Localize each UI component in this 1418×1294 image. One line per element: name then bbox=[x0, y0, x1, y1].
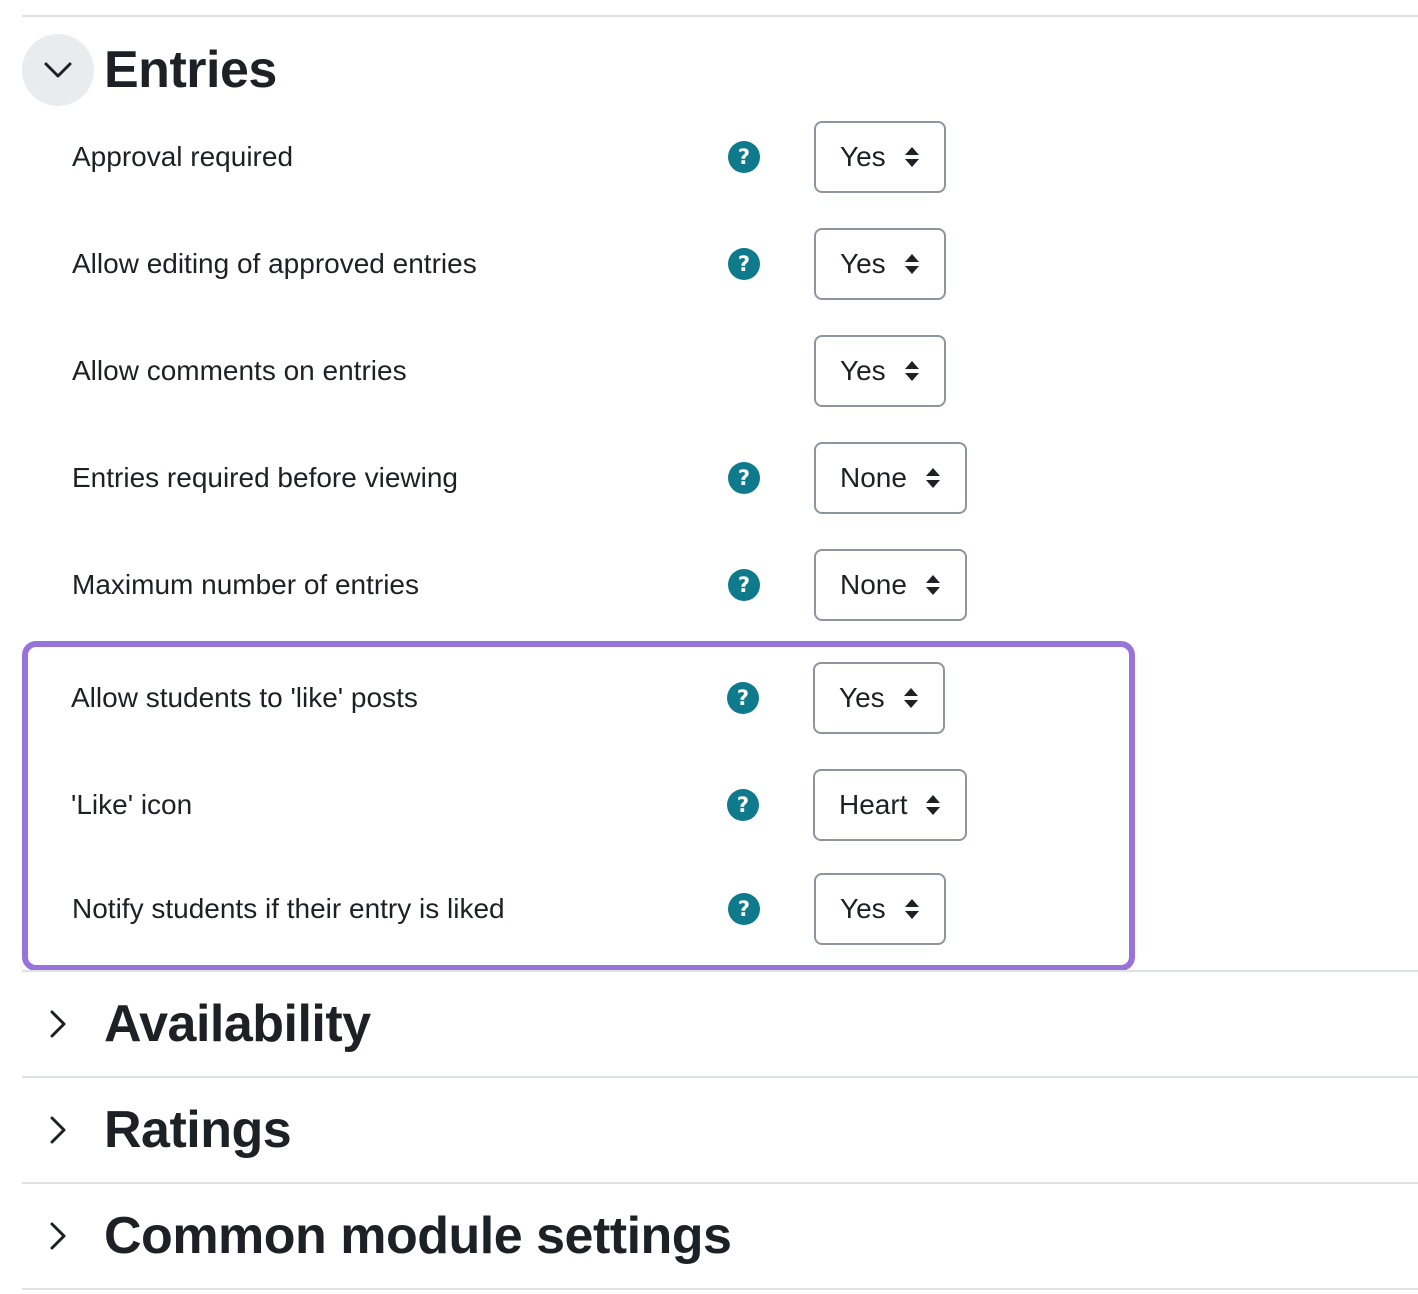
section-header-availability[interactable]: Availability bbox=[22, 986, 371, 1062]
divider bbox=[22, 1288, 1418, 1290]
section-title-ratings: Ratings bbox=[104, 1101, 292, 1159]
sort-caret-icon bbox=[904, 252, 920, 276]
sort-caret-icon bbox=[925, 573, 941, 597]
field-label: Entries required before viewing bbox=[72, 462, 458, 493]
help-icon[interactable]: ? bbox=[727, 682, 759, 714]
notify-liked-select[interactable]: Yes bbox=[814, 873, 946, 945]
approval-required-select[interactable]: Yes bbox=[814, 121, 946, 193]
field-label: Maximum number of entries bbox=[72, 569, 420, 600]
select-value: Yes bbox=[839, 682, 885, 713]
field-entries-before-viewing: Entries required before viewing ? None bbox=[72, 442, 1418, 514]
section-header-ratings[interactable]: Ratings bbox=[22, 1092, 292, 1168]
section-title-availability: Availability bbox=[104, 995, 371, 1053]
divider bbox=[22, 970, 1418, 972]
field-allow-comments: Allow comments on entries Yes bbox=[72, 335, 1418, 407]
field-like-icon: 'Like' icon ? Heart bbox=[71, 769, 1418, 841]
expand-toggle-common-module-settings[interactable] bbox=[22, 1200, 94, 1272]
section-header-entries[interactable]: Entries bbox=[22, 32, 277, 108]
expand-toggle-ratings[interactable] bbox=[22, 1094, 94, 1166]
sort-caret-icon bbox=[925, 793, 941, 817]
like-icon-select[interactable]: Heart bbox=[813, 769, 968, 841]
select-value: Heart bbox=[839, 789, 908, 820]
section-title-common-module-settings: Common module settings bbox=[104, 1207, 732, 1265]
field-approval-required: Approval required ? Yes bbox=[72, 121, 1418, 193]
expand-toggle-availability[interactable] bbox=[22, 988, 94, 1060]
field-notify-liked: Notify students if their entry is liked … bbox=[72, 873, 1418, 945]
field-label: Allow comments on entries bbox=[72, 355, 407, 386]
field-label: Allow editing of approved entries bbox=[72, 248, 477, 279]
field-allow-likes: Allow students to 'like' posts ? Yes bbox=[71, 662, 1418, 734]
collapse-toggle-entries[interactable] bbox=[22, 34, 94, 106]
chevron-right-icon bbox=[50, 1010, 66, 1038]
field-maximum-entries: Maximum number of entries ? None bbox=[72, 549, 1418, 621]
help-icon[interactable]: ? bbox=[728, 141, 760, 173]
sort-caret-icon bbox=[904, 145, 920, 169]
field-label: Approval required bbox=[72, 141, 294, 172]
select-value: Yes bbox=[840, 141, 886, 172]
divider bbox=[22, 1076, 1418, 1078]
sort-caret-icon bbox=[904, 897, 920, 921]
maximum-entries-select[interactable]: None bbox=[814, 549, 967, 621]
entries-before-viewing-select[interactable]: None bbox=[814, 442, 967, 514]
section-header-common-module-settings[interactable]: Common module settings bbox=[22, 1198, 732, 1274]
select-value: None bbox=[840, 462, 907, 493]
select-value: Yes bbox=[840, 355, 886, 386]
help-icon[interactable]: ? bbox=[727, 789, 759, 821]
sort-caret-icon bbox=[903, 686, 919, 710]
field-label: Notify students if their entry is liked bbox=[72, 893, 505, 924]
divider bbox=[22, 1182, 1418, 1184]
allow-likes-select[interactable]: Yes bbox=[813, 662, 945, 734]
help-icon[interactable]: ? bbox=[728, 248, 760, 280]
help-icon[interactable]: ? bbox=[728, 462, 760, 494]
select-value: Yes bbox=[840, 893, 886, 924]
sort-caret-icon bbox=[904, 359, 920, 383]
chevron-right-icon bbox=[50, 1222, 66, 1250]
allow-comments-select[interactable]: Yes bbox=[814, 335, 946, 407]
field-label: Allow students to 'like' posts bbox=[71, 682, 418, 713]
select-value: Yes bbox=[840, 248, 886, 279]
divider bbox=[22, 15, 1418, 17]
select-value: None bbox=[840, 569, 907, 600]
section-title-entries: Entries bbox=[104, 41, 277, 99]
help-icon[interactable]: ? bbox=[728, 893, 760, 925]
allow-editing-select[interactable]: Yes bbox=[814, 228, 946, 300]
field-allow-editing-approved: Allow editing of approved entries ? Yes bbox=[72, 228, 1418, 300]
sort-caret-icon bbox=[925, 466, 941, 490]
chevron-right-icon bbox=[50, 1116, 66, 1144]
field-label: 'Like' icon bbox=[71, 789, 193, 820]
chevron-down-icon bbox=[44, 62, 72, 78]
help-icon[interactable]: ? bbox=[728, 569, 760, 601]
